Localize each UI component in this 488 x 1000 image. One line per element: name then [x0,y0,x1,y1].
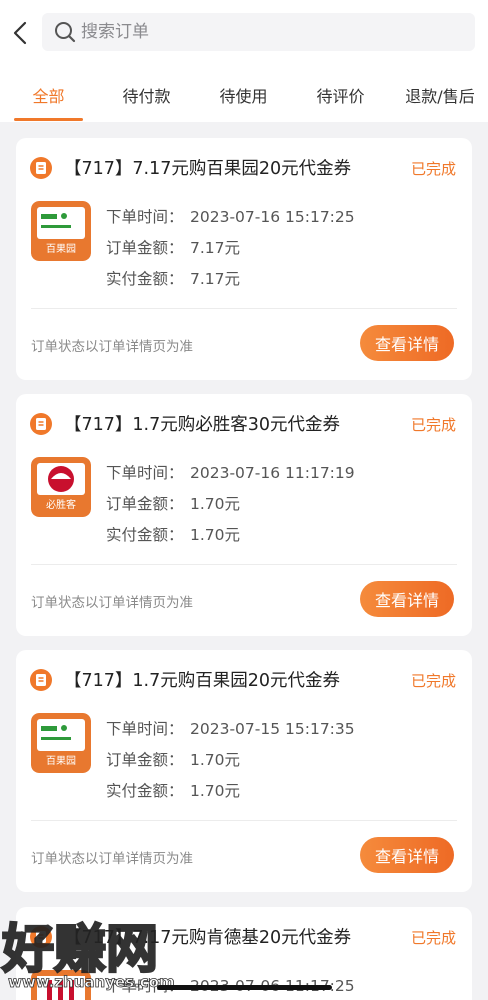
order-time: 2023-07-15 15:17:35 [190,720,355,738]
order-icon [30,669,52,691]
tab-pending-payment[interactable]: 待付款 [112,70,181,122]
order-time: 2023-07-16 15:17:25 [190,208,355,226]
tab-refund[interactable]: 退款/售后 [400,70,480,122]
view-details-button[interactable]: 查看详情 [360,325,454,361]
order-info: 下单时间： 2023-07-15 15:17:35 订单金额： 1.70元 实付金额… [106,714,355,807]
order-amount: 7.17元 [190,239,241,257]
order-amount: 1.70元 [190,495,241,513]
pizzahut-logo: 必胜客 [31,457,91,517]
order-amount-label: 订单金额： [106,751,184,769]
order-title: 【717】7.17元购肯德基20元代金券 [64,928,352,948]
order-amount-label: 订单金额： [106,495,184,513]
status-note: 订单状态以订单详情页为准 [31,851,193,867]
order-card[interactable]: 【717】1.7元购必胜客30元代金券 已完成 必胜客 下单时间： 2023-07… [16,394,472,636]
paid-amount-label: 实付金额： [106,526,184,544]
order-time-label: 下单时间： [106,464,184,482]
tab-pending-use[interactable]: 待使用 [209,70,278,122]
order-title: 【717】1.7元购必胜客30元代金券 [64,415,341,435]
view-details-button[interactable]: 查看详情 [360,581,454,617]
divider [31,820,457,821]
divider [31,308,457,309]
order-status: 已完成 [410,416,456,434]
order-card[interactable]: 【717】1.7元购百果园20元代金券 已完成 百果园 下单时间： 2023-07… [16,650,472,892]
order-info: 下单时间： 2023-07-16 15:17:25 订单金额： 7.17元 实付金额… [106,202,355,295]
order-status: 已完成 [410,929,456,947]
order-status: 已完成 [410,672,456,690]
status-note: 订单状态以订单详情页为准 [31,595,193,611]
paid-amount: 7.17元 [190,270,241,288]
tab-all[interactable]: 全部 [14,70,83,122]
order-tabs: 全部 待付款 待使用 待评价 退款/售后 [0,70,488,122]
paid-amount: 1.70元 [190,526,241,544]
order-status: 已完成 [410,160,456,178]
search-bar[interactable] [42,13,475,51]
tab-pending-review[interactable]: 待评价 [306,70,375,122]
order-time-label: 下单时间： [106,208,184,226]
order-icon [30,413,52,435]
paid-amount-label: 实付金额： [106,270,184,288]
order-card[interactable]: 【717】7.17元购百果园20元代金券 已完成 百果园 下单时间： 2023-0… [16,138,472,380]
status-note: 订单状态以订单详情页为准 [31,339,193,355]
search-input[interactable] [81,22,461,42]
top-bar: 全部 待付款 待使用 待评价 退款/售后 [0,0,488,122]
order-time-label: 下单时间： [106,720,184,738]
back-arrow-icon [13,21,27,45]
view-details-button[interactable]: 查看详情 [360,837,454,873]
baiguoyuan-logo: 百果园 [31,201,91,261]
search-icon [54,21,76,43]
logo-text: 必胜客 [46,498,76,511]
divider [31,564,457,565]
logo-text: 百果园 [46,755,76,767]
order-amount: 1.70元 [190,751,241,769]
order-title: 【717】1.7元购百果园20元代金券 [64,671,341,691]
active-tab-indicator [14,118,83,121]
order-time: 2023-07-16 11:17:19 [190,464,355,482]
order-icon [30,157,52,179]
logo-text: 百果园 [46,243,76,255]
home-indicator [157,985,332,990]
order-info: 下单时间： 2023-07-16 11:17:19 订单金额： 1.70元 实付金额… [106,458,355,551]
paid-amount: 1.70元 [190,782,241,800]
baiguoyuan-logo: 百果园 [31,713,91,773]
order-icon [30,926,52,948]
paid-amount-label: 实付金额： [106,782,184,800]
kfc-logo [31,970,91,1000]
back-button[interactable] [6,18,34,48]
order-amount-label: 订单金额： [106,239,184,257]
order-title: 【717】7.17元购百果园20元代金券 [64,159,352,179]
